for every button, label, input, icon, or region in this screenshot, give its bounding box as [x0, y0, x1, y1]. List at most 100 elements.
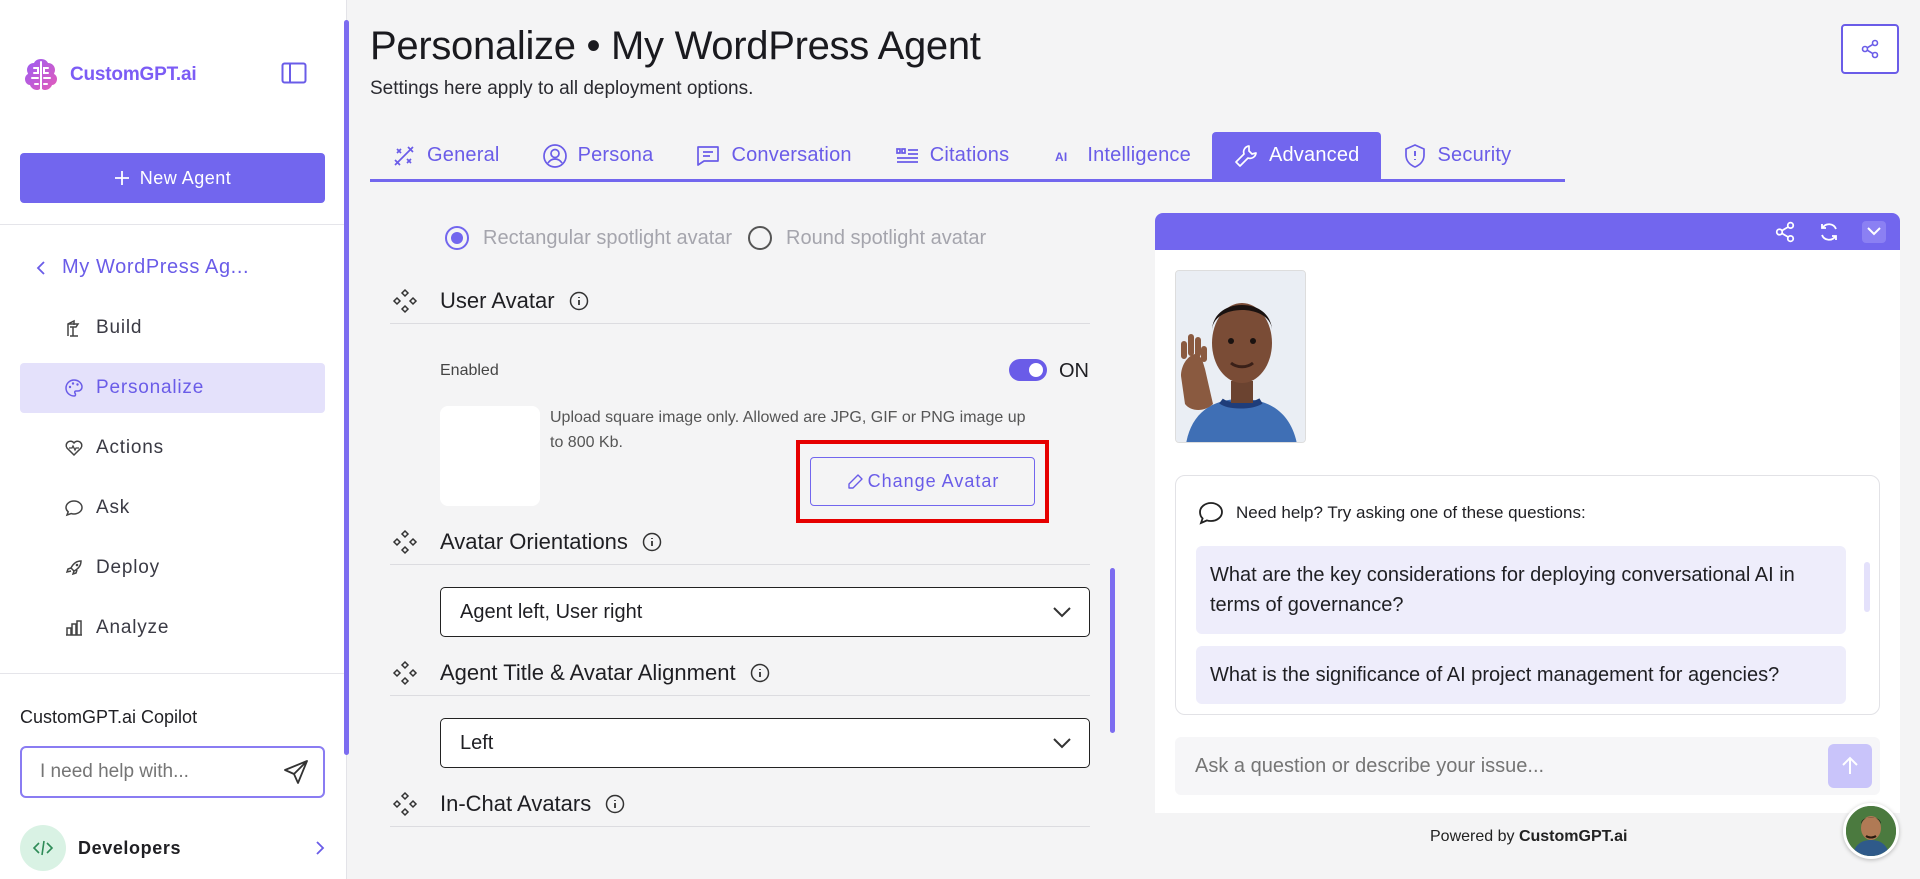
share-button[interactable] — [1841, 24, 1899, 74]
section-title: Avatar Orientations — [440, 528, 628, 554]
wrench-icon — [1235, 144, 1257, 167]
developers-label: Developers — [78, 837, 182, 858]
powered-brand[interactable]: CustomGPT.ai — [1519, 828, 1627, 845]
sidebar-item-label: Actions — [96, 437, 164, 458]
preview-toolbar — [1155, 213, 1900, 250]
page-title: Personalize • My WordPress Agent — [370, 24, 981, 68]
sidebar-divider — [0, 673, 346, 674]
send-icon[interactable] — [283, 759, 309, 785]
chevron-down-icon — [1867, 227, 1881, 236]
share-icon[interactable] — [1774, 221, 1796, 243]
radio-label: Round spotlight avatar — [786, 226, 987, 249]
chat-icon — [1199, 502, 1223, 525]
support-chat-avatar[interactable] — [1843, 803, 1899, 859]
suggested-question[interactable]: What is the significance of AI project m… — [1196, 646, 1846, 704]
title-alignment-select[interactable]: Left — [440, 718, 1090, 768]
radio-rectangular[interactable] — [445, 226, 469, 250]
sidebar-divider — [0, 224, 346, 225]
settings-tabs: General Persona Conversation Citations A… — [370, 132, 1565, 182]
sidebar-item-ask[interactable]: Ask — [20, 483, 325, 533]
info-icon[interactable] — [750, 663, 770, 683]
enabled-label: Enabled — [440, 362, 499, 379]
settings-scrollbar[interactable] — [1110, 568, 1115, 733]
highlight-annotation — [796, 440, 1049, 523]
palette-icon — [65, 379, 83, 397]
sidebar: CustomGPT.ai New Agent My WordPress Ag..… — [0, 0, 347, 879]
sidebar-item-label: Build — [96, 317, 143, 338]
sidebar-item-actions[interactable]: Actions — [20, 423, 325, 473]
shield-icon — [1404, 143, 1425, 168]
sidebar-toggle-icon[interactable] — [281, 62, 307, 84]
sidebar-item-build[interactable]: Build — [20, 303, 325, 353]
collapse-button[interactable] — [1862, 220, 1886, 243]
tab-label: Advanced — [1268, 144, 1360, 166]
tab-advanced[interactable]: Advanced — [1211, 132, 1381, 179]
info-icon[interactable] — [569, 291, 589, 311]
radio-round[interactable] — [748, 226, 773, 250]
bar-chart-icon — [66, 620, 82, 636]
sidebar-nav: Build Personalize Actions Ask Deploy Ana… — [20, 303, 325, 663]
sidebar-item-analyze[interactable]: Analyze — [20, 603, 325, 653]
citations-icon — [895, 147, 918, 163]
section-avatar-orientations: Avatar Orientations — [390, 519, 1090, 565]
suggested-question[interactable]: What are the key considerations for depl… — [1196, 546, 1846, 634]
chevron-left-icon — [36, 260, 45, 275]
drag-handle-icon[interactable] — [392, 660, 418, 686]
questions-scrollbar[interactable] — [1864, 562, 1870, 612]
tab-label: Security — [1437, 144, 1512, 166]
radio-label: Rectangular spotlight avatar — [483, 226, 733, 249]
tab-intelligence[interactable]: AI Intelligence — [1030, 132, 1212, 179]
select-value: Left — [460, 731, 494, 754]
suggested-questions: Need help? Try asking one of these quest… — [1175, 475, 1880, 715]
tab-security[interactable]: Security — [1381, 132, 1533, 179]
section-title: In-Chat Avatars — [440, 790, 592, 816]
copilot-input-box — [20, 746, 325, 798]
section-title: User Avatar — [440, 287, 555, 313]
persona-icon — [542, 143, 567, 168]
refresh-icon[interactable] — [1818, 221, 1840, 243]
tab-label: Intelligence — [1087, 144, 1191, 166]
sidebar-item-personalize[interactable]: Personalize — [20, 363, 325, 413]
new-agent-label: New Agent — [139, 167, 232, 188]
tab-citations[interactable]: Citations — [873, 132, 1031, 179]
sidebar-item-label: Ask — [96, 497, 131, 518]
sidebar-item-label: Deploy — [96, 557, 160, 578]
tab-general[interactable]: General — [370, 132, 521, 179]
powered-prefix: Powered by — [1430, 828, 1515, 845]
section-title: Agent Title & Avatar Alignment — [440, 659, 736, 685]
agent-back-link[interactable]: My WordPress Ag... — [36, 256, 249, 279]
copilot-title: CustomGPT.ai Copilot — [20, 707, 198, 727]
chat-input-box — [1175, 737, 1880, 795]
send-button[interactable] — [1828, 744, 1872, 788]
drag-handle-icon[interactable] — [392, 529, 418, 555]
info-icon[interactable] — [605, 794, 625, 814]
chevron-down-icon — [1053, 606, 1071, 617]
avatar-orientation-select[interactable]: Agent left, User right — [440, 587, 1090, 637]
conversation-icon — [697, 145, 720, 166]
info-icon[interactable] — [642, 532, 662, 552]
plus-icon — [114, 171, 129, 185]
powered-by: Powered by CustomGPT.ai — [1430, 828, 1627, 846]
section-in-chat-avatars: In-Chat Avatars — [390, 781, 1090, 827]
user-avatar-toggle[interactable] — [1009, 359, 1047, 381]
share-icon — [1861, 39, 1879, 59]
drag-handle-icon[interactable] — [392, 288, 418, 314]
ai-icon: AI — [1055, 150, 1067, 164]
page-subtitle: Settings here apply to all deployment op… — [370, 78, 754, 99]
tab-label: Citations — [929, 144, 1010, 166]
developers-link[interactable]: Developers — [20, 823, 325, 873]
sidebar-item-label: Analyze — [96, 617, 170, 638]
sidebar-scrollbar[interactable] — [344, 20, 349, 755]
logo[interactable]: CustomGPT.ai — [20, 54, 197, 96]
chat-input[interactable] — [1195, 754, 1795, 778]
rocket-icon — [65, 560, 82, 576]
tab-conversation[interactable]: Conversation — [674, 132, 872, 179]
copilot-input[interactable] — [40, 761, 260, 783]
drag-handle-icon[interactable] — [392, 791, 418, 817]
chevron-right-icon — [316, 841, 325, 855]
new-agent-button[interactable]: New Agent — [20, 153, 325, 203]
sidebar-item-deploy[interactable]: Deploy — [20, 543, 325, 593]
sidebar-item-label: Personalize — [96, 377, 205, 398]
tab-persona[interactable]: Persona — [521, 132, 675, 179]
section-title-alignment: Agent Title & Avatar Alignment — [390, 650, 1090, 696]
